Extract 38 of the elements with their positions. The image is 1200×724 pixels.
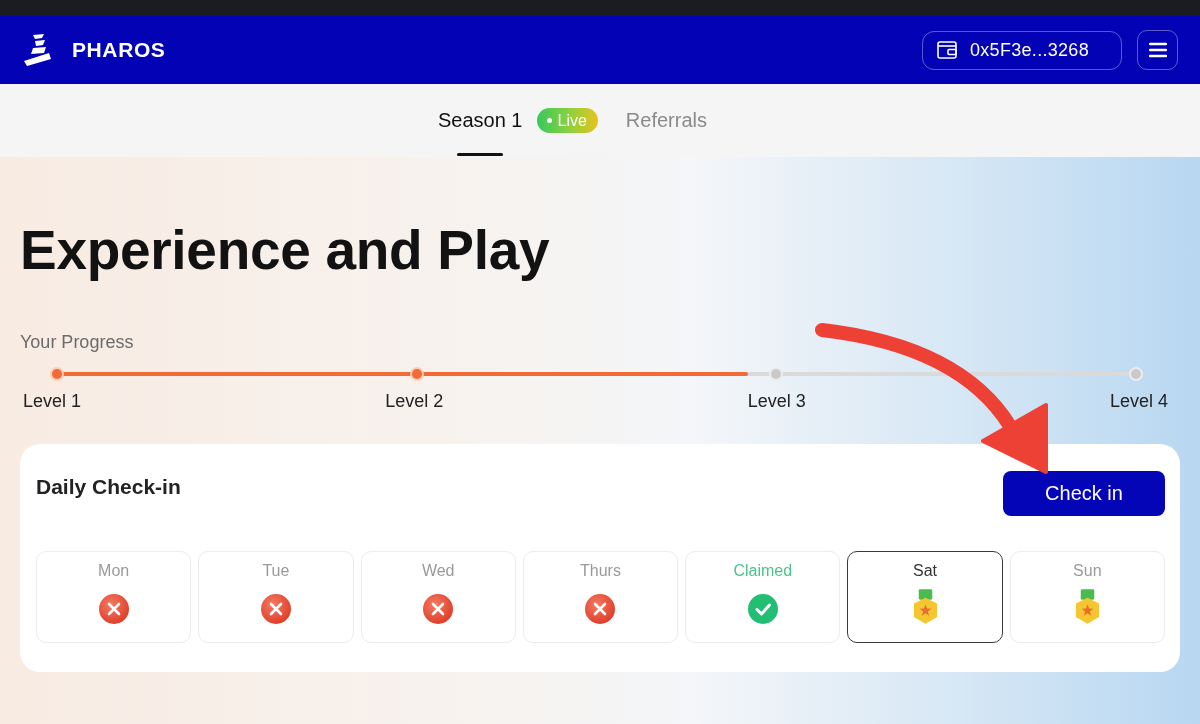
wallet-button[interactable]: 0x5F3e...3268	[922, 30, 1122, 70]
day-tile[interactable]: Sat	[847, 551, 1003, 643]
day-label: Tue	[262, 561, 290, 581]
cross-circle-icon	[585, 594, 616, 624]
day-tile[interactable]: Mon	[36, 551, 192, 643]
menu-icon	[1148, 42, 1167, 58]
check-in-button[interactable]: Check in	[1003, 471, 1165, 516]
progress-label: Your Progress	[20, 331, 135, 353]
day-label: Thurs	[580, 561, 621, 581]
medal-icon	[1073, 589, 1101, 624]
tab[interactable]: Referrals	[625, 84, 707, 157]
day-tile[interactable]: Sun	[1009, 551, 1165, 643]
milestone-label: Level 2	[385, 390, 444, 412]
day-label: Mon	[98, 561, 130, 581]
medal-icon	[911, 589, 939, 624]
page-title: Experience and Play	[20, 218, 551, 283]
cross-circle-icon	[260, 594, 291, 624]
day-label: Sun	[1073, 561, 1102, 581]
day-tile[interactable]: Thurs	[522, 551, 679, 643]
logo-icon	[24, 34, 51, 66]
day-tile[interactable]: Claimed	[685, 551, 841, 643]
milestone-label: Level 3	[747, 390, 806, 412]
check-circle-icon	[747, 594, 778, 624]
wallet-icon	[937, 41, 957, 59]
milestone-label: Level 4	[1109, 390, 1168, 412]
cross-circle-icon	[98, 594, 129, 624]
live-badge: Live	[536, 108, 598, 133]
day-label: Wed	[421, 561, 455, 581]
card-title: Daily Check-in	[36, 474, 181, 500]
day-label: Claimed	[733, 561, 793, 581]
cross-circle-icon	[423, 594, 454, 624]
menu-button[interactable]	[1137, 30, 1178, 70]
day-tile[interactable]: Tue	[198, 551, 354, 643]
milestone-label: Level 1	[22, 390, 81, 412]
day-label: Sat	[913, 561, 938, 581]
brand-name: PHAROS	[72, 38, 166, 62]
day-tile[interactable]: Wed	[360, 551, 516, 643]
tab[interactable]: Season 1 Live	[438, 84, 598, 157]
